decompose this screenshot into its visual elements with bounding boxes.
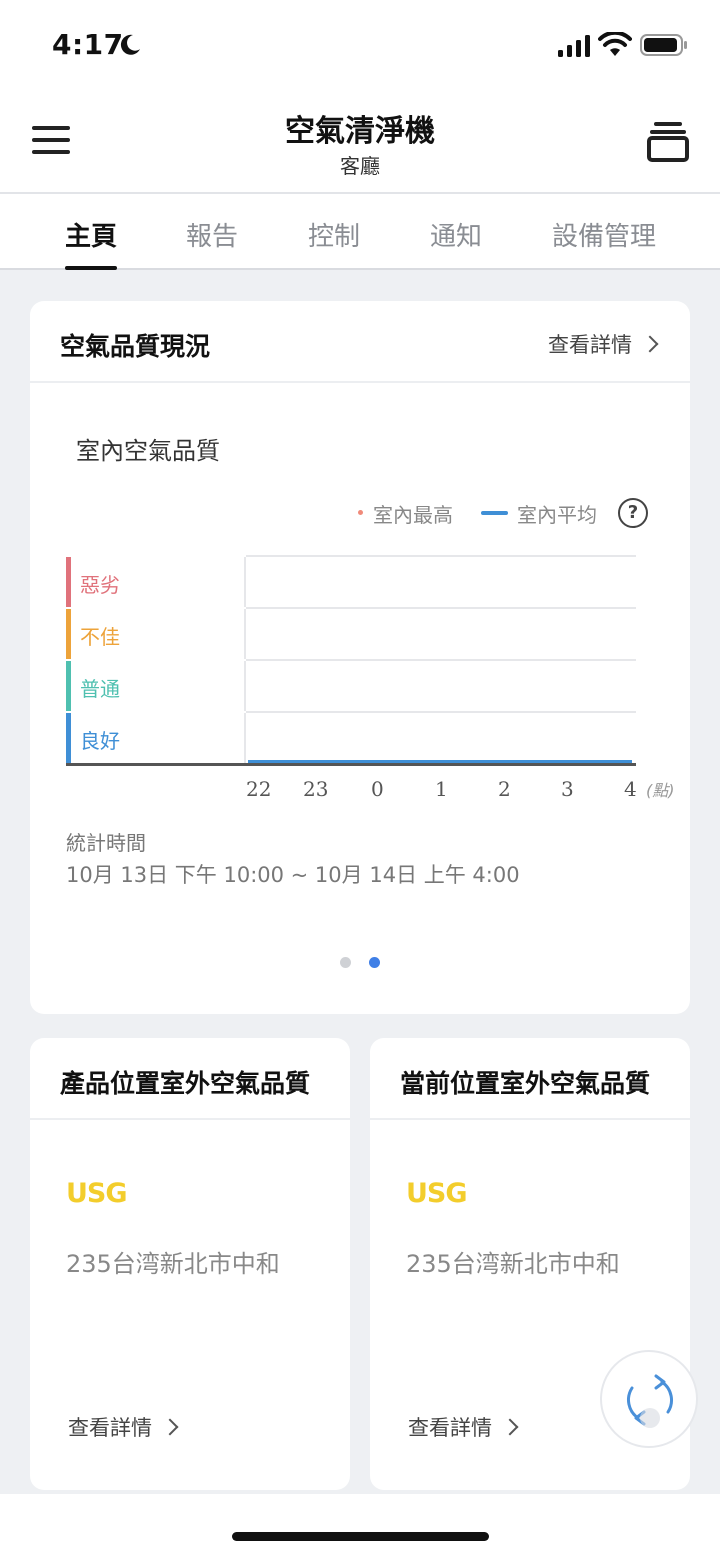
level-band-moderate: 普通 [66, 661, 246, 711]
app-bar: 空氣清淨機 客廳 [0, 92, 720, 194]
location-address: 235台湾新北市中和 [66, 1250, 280, 1278]
page-subtitle: 客廳 [340, 154, 380, 178]
level-color-bar [66, 713, 71, 763]
location-address: 235台湾新北市中和 [406, 1250, 620, 1278]
tab-device-management[interactable]: 設備管理 [552, 216, 656, 253]
chevron-right-icon [161, 1418, 179, 1436]
card-header: 產品位置室外空氣品質 [30, 1038, 350, 1120]
status-bar: 4:17 [0, 0, 720, 92]
gridline [246, 607, 636, 609]
chevron-right-icon [641, 335, 659, 353]
aqi-status-label: USG [406, 1178, 468, 1209]
pager-dot[interactable] [340, 957, 351, 968]
level-label: 不佳 [80, 625, 120, 649]
page-title: 空氣清淨機 [285, 114, 435, 149]
level-label: 普通 [80, 677, 120, 701]
gridline [246, 711, 636, 713]
tab-control[interactable]: 控制 [308, 216, 360, 253]
wifi-icon [598, 32, 632, 56]
stat-time-range: 10月 13日 下午 10:00 ~ 10月 14日 上午 4:00 [66, 863, 520, 887]
level-color-bar [66, 557, 71, 607]
refresh-button[interactable] [600, 1350, 698, 1448]
chart-title: 室內空氣品質 [76, 437, 220, 465]
level-band-bad: 惡劣 [66, 557, 246, 607]
chevron-right-icon [501, 1418, 519, 1436]
legend-avg-marker [481, 511, 508, 515]
level-color-bar [66, 609, 71, 659]
x-tick-label: 0 [371, 777, 384, 801]
level-label: 惡劣 [80, 573, 120, 597]
level-label: 良好 [80, 729, 120, 753]
x-axis [66, 763, 636, 766]
home-indicator[interactable] [232, 1532, 489, 1541]
card-header: 當前位置室外空氣品質 [370, 1038, 690, 1120]
x-tick-label: 1 [435, 777, 448, 801]
signal-icon [558, 35, 590, 57]
help-icon[interactable]: ? [618, 498, 648, 528]
tab-notification[interactable]: 通知 [430, 216, 482, 253]
legend-max: 室內最高 [373, 503, 453, 527]
device-stack-icon[interactable] [646, 120, 690, 162]
view-details-label: 查看詳情 [548, 333, 632, 357]
battery-icon [640, 34, 687, 56]
level-color-bar [66, 661, 71, 711]
level-band-poor: 不佳 [66, 609, 246, 659]
outdoor-card-product-location: 產品位置室外空氣品質 USG 235台湾新北市中和 查看詳情 [30, 1038, 350, 1490]
home-indicator-area [0, 1494, 720, 1558]
tab-home[interactable]: 主頁 [65, 216, 117, 253]
card-title: 空氣品質現況 [60, 332, 211, 361]
x-tick-label: 4 [624, 777, 637, 801]
x-tick-label: 3 [561, 777, 574, 801]
refresh-icon [627, 1374, 673, 1428]
tab-bar: 主頁 報告 控制 通知 設備管理 [0, 194, 720, 270]
pager-dot-active[interactable] [369, 957, 380, 968]
view-details-label: 查看詳情 [68, 1416, 152, 1440]
air-quality-card: 空氣品質現況 查看詳情 室內空氣品質 室內最高 室內平均 ? 惡劣 不佳 普通 … [30, 301, 690, 1014]
view-details-link[interactable]: 查看詳情 [408, 1412, 519, 1442]
aqi-status-label: USG [66, 1178, 128, 1209]
tab-indicator [65, 266, 117, 270]
view-details-label: 查看詳情 [408, 1416, 492, 1440]
x-tick-label: 22 [246, 777, 272, 801]
view-details-link[interactable]: 查看詳情 [548, 329, 659, 359]
x-tick-label: 2 [498, 777, 511, 801]
legend-max-marker [358, 510, 363, 515]
stat-time-label: 統計時間 [66, 831, 146, 855]
card-header: 空氣品質現況 查看詳情 [30, 301, 690, 383]
moon-icon [120, 34, 140, 55]
legend-avg: 室內平均 [517, 503, 597, 527]
level-band-good: 良好 [66, 713, 246, 763]
card-title: 產品位置室外空氣品質 [60, 1069, 311, 1098]
view-details-link[interactable]: 查看詳情 [68, 1412, 179, 1442]
gridline [246, 555, 636, 557]
tab-report[interactable]: 報告 [186, 216, 238, 253]
card-title: 當前位置室外空氣品質 [400, 1069, 651, 1098]
x-axis-unit: (點) [646, 781, 675, 800]
status-time: 4:17 [52, 28, 124, 61]
x-tick-label: 23 [303, 777, 329, 801]
gridline [246, 659, 636, 661]
